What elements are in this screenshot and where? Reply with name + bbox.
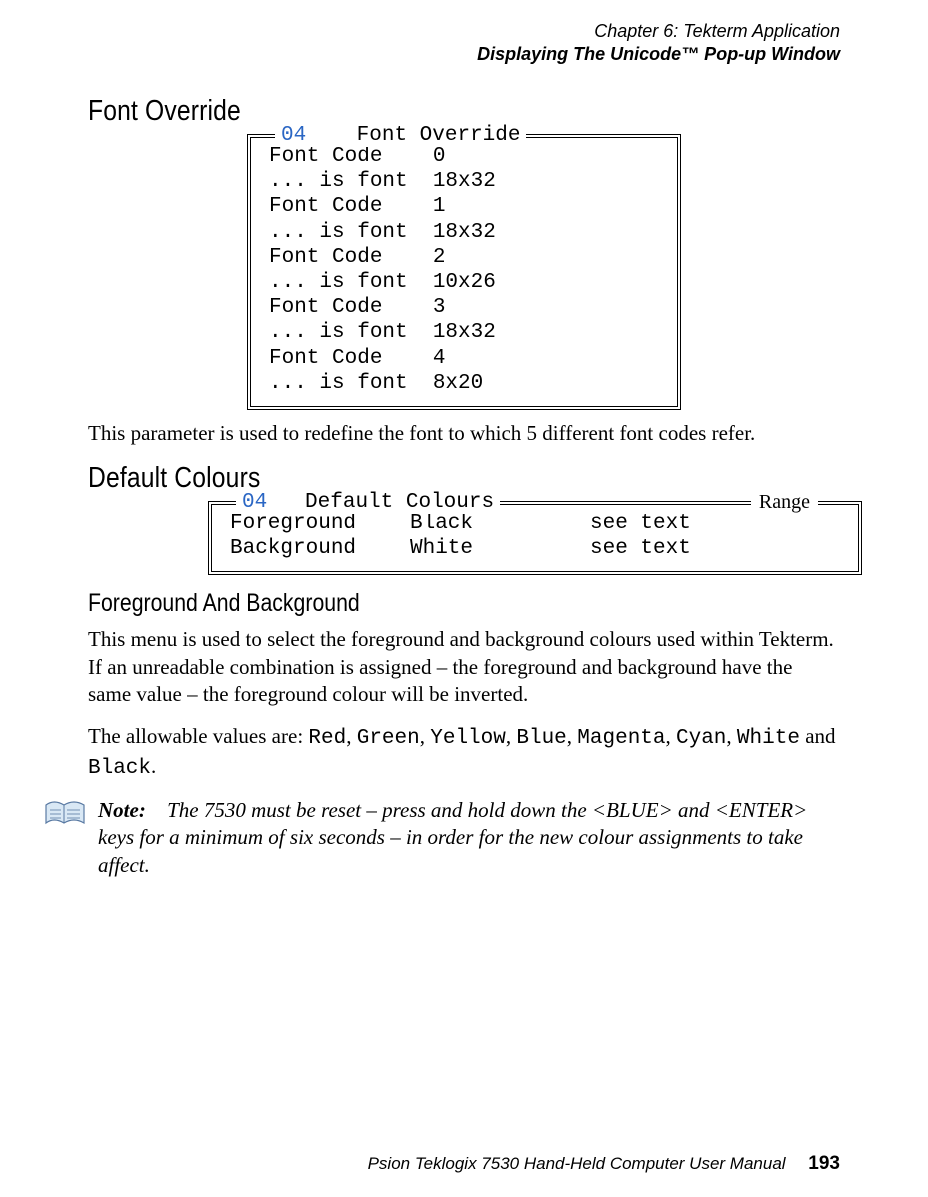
chapter-line: Chapter 6: Tekterm Application bbox=[88, 20, 840, 43]
footer-text: Psion Teklogix 7530 Hand-Held Computer U… bbox=[368, 1154, 786, 1173]
font-override-row: Font Code 4 bbox=[269, 346, 659, 371]
note-body: The 7530 must be reset – press and hold … bbox=[98, 798, 807, 877]
section-line: Displaying The Unicode™ Pop-up Window bbox=[88, 43, 840, 66]
font-override-row: ... is font 18x32 bbox=[269, 220, 659, 245]
colour-value: Green bbox=[357, 727, 420, 750]
heading-fg-bg: Foreground And Background bbox=[88, 589, 727, 618]
chapter-header: Chapter 6: Tekterm Application Displayin… bbox=[88, 20, 840, 65]
font-override-box: 04 Font Override Font Code 0... is font … bbox=[247, 134, 681, 410]
font-override-rows: Font Code 0... is font 18x32Font Code 1.… bbox=[269, 144, 659, 396]
fg-bg-para1: This menu is used to select the foregrou… bbox=[88, 626, 840, 709]
font-override-row: ... is font 18x32 bbox=[269, 169, 659, 194]
font-override-body: This parameter is used to redefine the f… bbox=[88, 420, 840, 448]
font-override-row: Font Code 3 bbox=[269, 295, 659, 320]
colour-value: Blue bbox=[516, 727, 566, 750]
colour-value: Yellow bbox=[430, 727, 506, 750]
page-number: 193 bbox=[808, 1153, 840, 1174]
font-override-row: Font Code 1 bbox=[269, 194, 659, 219]
font-override-row: ... is font 18x32 bbox=[269, 320, 659, 345]
colour-value: Black bbox=[88, 757, 151, 780]
note-text: Note: The 7530 must be reset – press and… bbox=[98, 797, 840, 880]
note-label: Note: bbox=[98, 798, 146, 822]
range-legend: Range bbox=[751, 491, 818, 514]
colour-value: Magenta bbox=[577, 727, 665, 750]
colour-value: White bbox=[737, 727, 800, 750]
box-legend: 04 Default Colours bbox=[236, 491, 500, 514]
note-block: Note: The 7530 must be reset – press and… bbox=[88, 797, 840, 880]
font-override-row: ... is font 8x20 bbox=[269, 371, 659, 396]
colour-cell-range: see text bbox=[590, 511, 840, 536]
default-colours-box: 04 Default Colours Range ForegroundBlack… bbox=[208, 501, 862, 575]
colour-cell-name: Foreground bbox=[230, 511, 410, 536]
box-legend: 04 Font Override bbox=[275, 124, 526, 147]
box-title: Default Colours bbox=[305, 491, 494, 514]
colour-value: Red bbox=[308, 727, 346, 750]
font-override-row: Font Code 0 bbox=[269, 144, 659, 169]
box-title: Font Override bbox=[357, 124, 521, 147]
default-colours-grid: ForegroundBlacksee text BackgroundWhitese… bbox=[230, 511, 840, 561]
colour-cell-value: White bbox=[410, 536, 590, 561]
colour-cell-name: Background bbox=[230, 536, 410, 561]
book-icon bbox=[44, 799, 86, 829]
fg-bg-para2: The allowable values are: Red, Green, Ye… bbox=[88, 723, 840, 782]
font-override-row: ... is font 10x26 bbox=[269, 270, 659, 295]
page-footer: Psion Teklogix 7530 Hand-Held Computer U… bbox=[368, 1153, 840, 1175]
box-number: 04 bbox=[281, 124, 306, 147]
colour-cell-value: Black bbox=[410, 511, 590, 536]
colour-value: Cyan bbox=[676, 727, 726, 750]
font-override-row: Font Code 2 bbox=[269, 245, 659, 270]
box-number: 04 bbox=[242, 491, 267, 514]
colour-cell-range: see text bbox=[590, 536, 840, 561]
